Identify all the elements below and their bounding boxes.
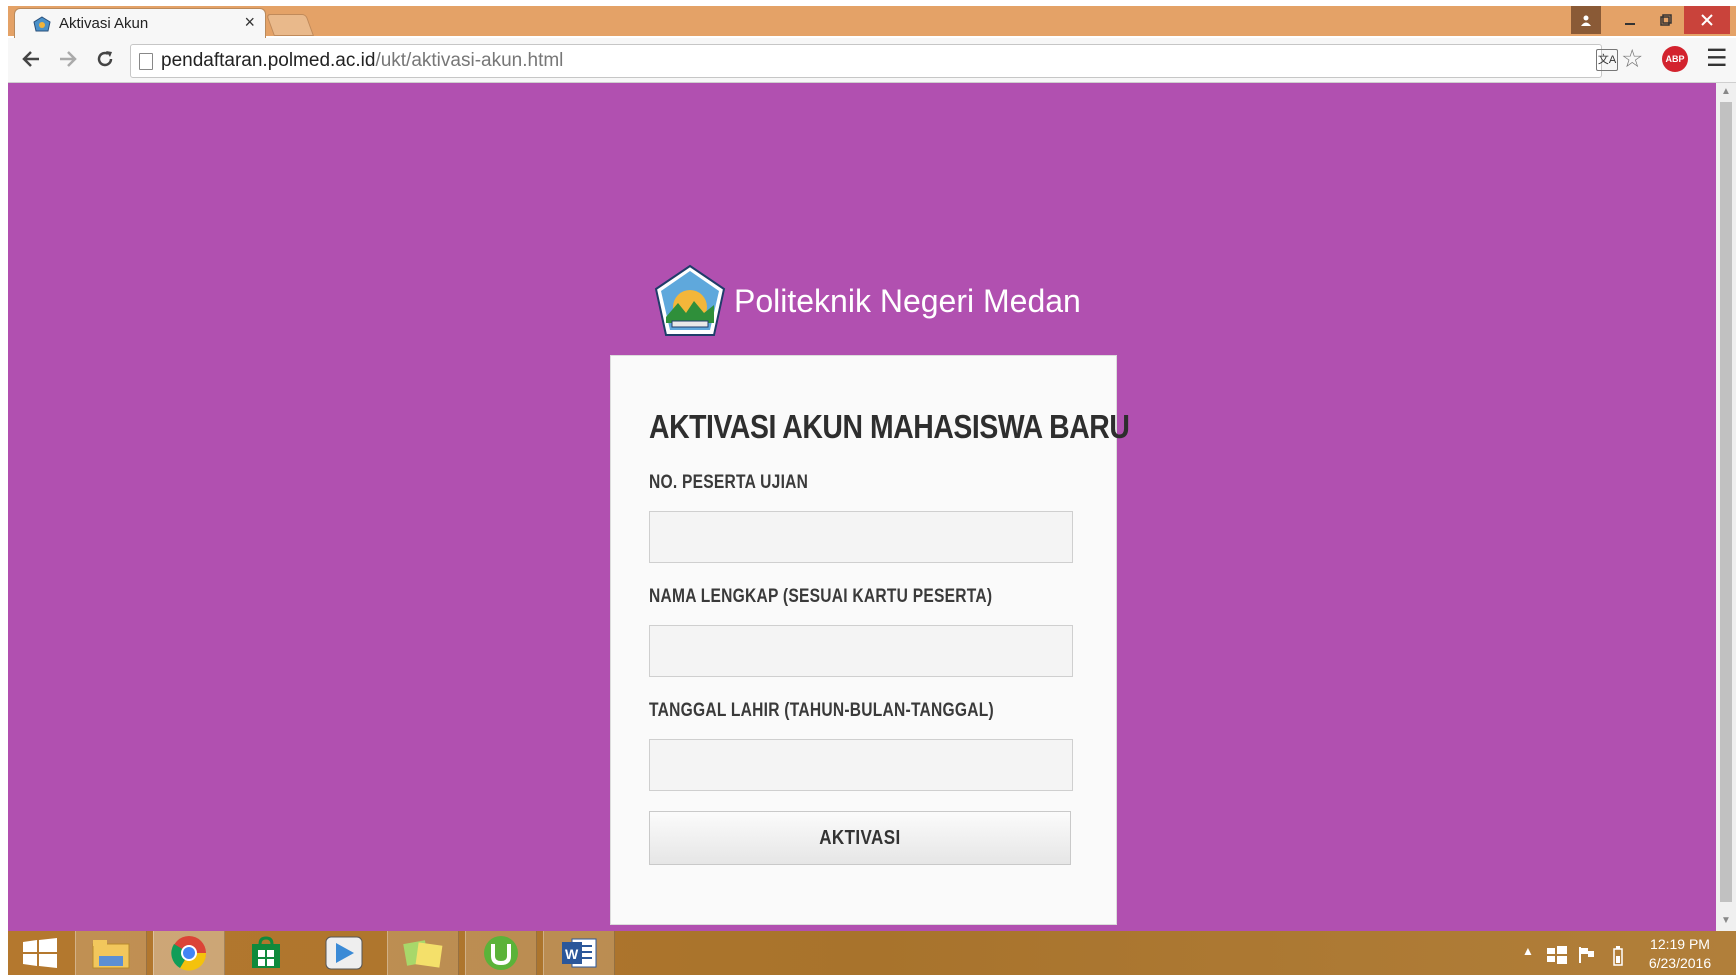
word-icon[interactable]: W [543,931,615,975]
action-center-flag-icon[interactable] [1578,946,1596,969]
store-icon[interactable] [231,931,301,975]
clock-time: 12:19 PM [1650,936,1710,952]
scroll-up-icon[interactable]: ▲ [1720,86,1732,97]
polmed-logo-icon [654,264,726,336]
brand-name: Politeknik Negeri Medan [734,282,1081,319]
aktivasi-button[interactable]: AKTIVASI [649,811,1071,865]
brand-header: Politeknik Negeri Medan [652,263,1081,339]
network-icon[interactable] [1547,946,1567,969]
back-arrow-icon [22,51,39,67]
utorrent-icon[interactable] [465,931,537,975]
scrollbar-thumb[interactable] [1720,102,1732,902]
new-tab-button[interactable] [265,14,315,36]
form-title: AKTIVASI AKUN MAHASISWA BARU [649,408,1130,445]
activation-form-card: AKTIVASI AKUN MAHASISWA BARU NO. PESERTA… [610,355,1130,925]
file-explorer-icon[interactable] [75,931,147,975]
restore-button[interactable] [1648,6,1684,34]
clock-date: 6/23/2016 [1648,955,1712,971]
label-nama-lengkap: NAMA LENGKAP (SESUAI KARTU PESERTA) [649,586,993,607]
browser-title-bar [8,6,1736,36]
tanggal-lahir-input[interactable] [649,739,1073,791]
close-window-button[interactable] [1684,6,1730,34]
taskbar-clock[interactable]: 12:19 PM 6/23/2016 [1634,935,1726,973]
nama-lengkap-input[interactable] [649,625,1073,677]
forward-button[interactable] [53,44,83,74]
label-no-peserta: NO. PESERTA UJIAN [649,472,809,493]
adblock-plus-icon[interactable]: ABP [1662,46,1688,72]
reload-button[interactable] [90,44,120,74]
aktivasi-button-label: AKTIVASI [819,826,901,849]
forward-arrow-icon [60,51,77,67]
address-bar[interactable]: pendaftaran.polmed.ac.id/ukt/aktivasi-ak… [130,44,1602,78]
media-player-icon[interactable] [309,931,379,975]
polmed-favicon-icon [33,16,51,32]
windows-start-icon[interactable] [8,931,72,975]
chrome-menu-icon[interactable]: ☰ [1706,44,1728,73]
no-peserta-input[interactable] [649,511,1073,563]
tab-title: Aktivasi Akun [59,15,149,32]
bookmark-star-icon[interactable]: ☆ [1621,44,1643,74]
svg-text:W: W [565,946,579,962]
browser-tab-active[interactable]: Aktivasi Akun × [14,8,266,39]
show-hidden-icons-icon[interactable]: ▲ [1522,944,1534,958]
sticky-notes-icon[interactable] [387,931,459,975]
scroll-down-icon[interactable]: ▼ [1720,915,1732,926]
reload-icon [97,51,113,67]
user-profile-icon[interactable] [1571,6,1601,34]
minimize-button[interactable] [1612,6,1648,34]
back-button[interactable] [16,44,46,74]
translate-icon[interactable]: 文A [1596,49,1618,71]
url-text: pendaftaran.polmed.ac.id/ukt/aktivasi-ak… [161,50,564,71]
chrome-icon[interactable] [153,931,225,975]
page-icon [139,53,153,70]
label-tanggal-lahir: TANGGAL LAHIR (TAHUN-BULAN-TANGGAL) [649,700,994,721]
battery-icon[interactable] [1613,946,1623,971]
tab-close-icon[interactable]: × [244,12,255,33]
